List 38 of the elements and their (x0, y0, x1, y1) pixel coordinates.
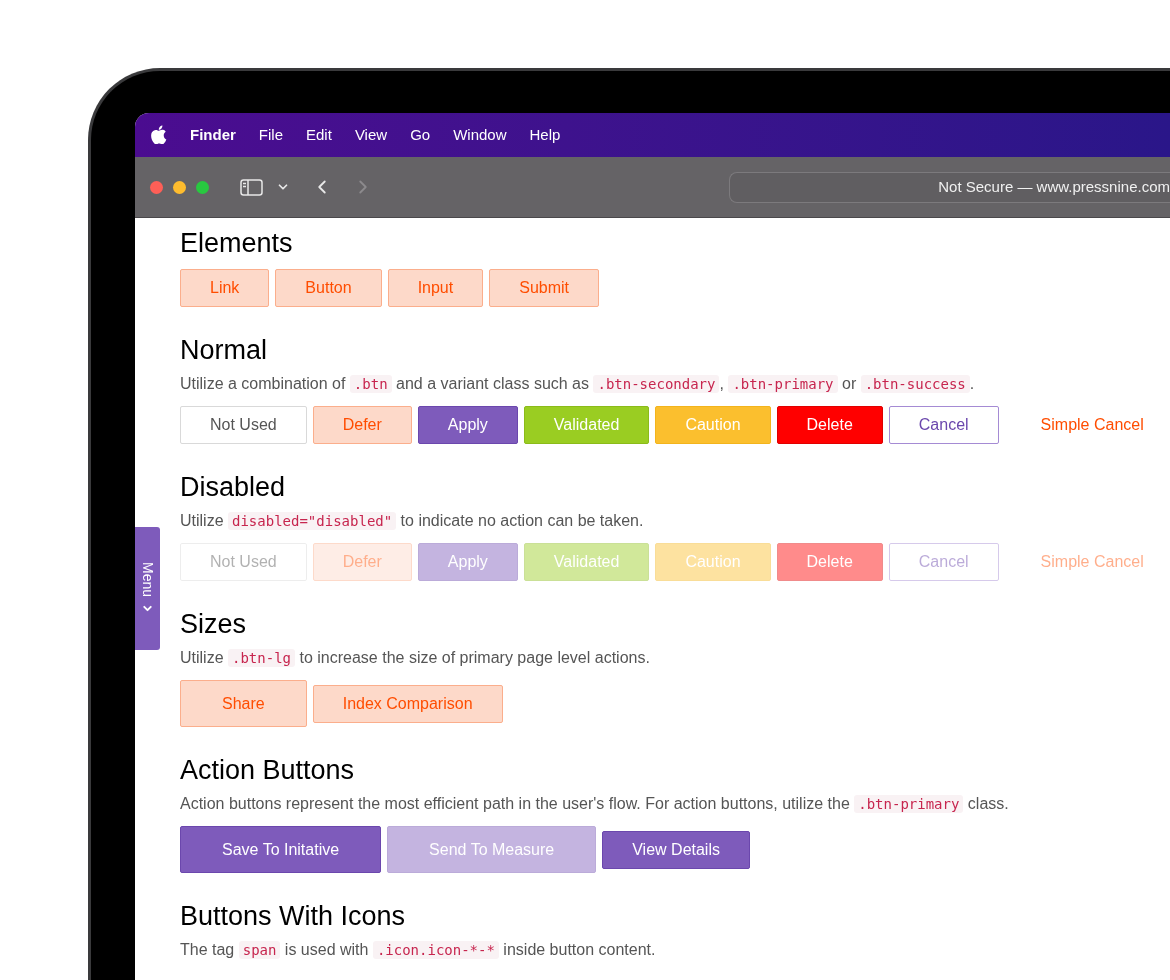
section-heading: Normal (180, 334, 268, 366)
button[interactable]: Delete (776, 406, 883, 444)
button[interactable]: Submit (489, 269, 599, 307)
section-heading: Elements (180, 227, 294, 259)
menu-item[interactable]: View (354, 123, 388, 147)
button[interactable]: Apply (417, 406, 518, 444)
description: Utilize .btn-lg to increase the size of primary page level actions. (180, 648, 651, 669)
menu-item[interactable]: Edit (306, 123, 332, 147)
description: Utilize a combination of .btn and a variant class such as .btn-secondary , .btn-primary or .btn-success . (180, 374, 976, 395)
button[interactable]: Save To Initative (180, 826, 382, 873)
address-bar[interactable]: Not Secure — www.pressnine.com (729, 171, 1170, 203)
apple-logo-icon[interactable] (150, 124, 167, 144)
button[interactable]: Not Used (180, 406, 307, 444)
description: Action buttons represent the most efficient path in the user's flow. For action buttons, utilize the .btn-primary class. (180, 794, 1010, 815)
section-heading: Sizes (180, 608, 248, 640)
menu-item[interactable]: Window (453, 123, 507, 147)
button[interactable]: Share (180, 680, 307, 727)
section-heading: Buttons With Icons (180, 900, 407, 932)
description: Utilize disabled="disabled" to indicate no action can be taken. (180, 511, 645, 532)
button[interactable]: Input (387, 269, 484, 307)
button[interactable]: Cancel (888, 406, 999, 444)
button[interactable]: Index Comparison (312, 684, 503, 723)
menu-item[interactable]: Go (410, 123, 431, 147)
sidebar-icon[interactable] (240, 178, 263, 196)
button[interactable]: Defer (312, 406, 412, 444)
button[interactable]: Link (180, 269, 270, 307)
button[interactable]: Simple Cancel (1010, 406, 1170, 444)
menu-tab[interactable]: Menu (135, 527, 160, 650)
section-heading: Disabled (180, 471, 287, 503)
menu-item[interactable]: Help (529, 123, 561, 147)
button[interactable]: Validated (523, 406, 650, 444)
button[interactable]: Caution (655, 406, 771, 444)
menu-item[interactable]: Finder (190, 123, 236, 147)
description: The tag span is used with .icon.icon-*-* inside button content. (180, 940, 657, 961)
section-heading: Action Buttons (180, 754, 356, 786)
menu-item[interactable]: File (258, 123, 283, 147)
button[interactable]: View Details (602, 830, 750, 869)
button[interactable]: Button (275, 269, 382, 307)
